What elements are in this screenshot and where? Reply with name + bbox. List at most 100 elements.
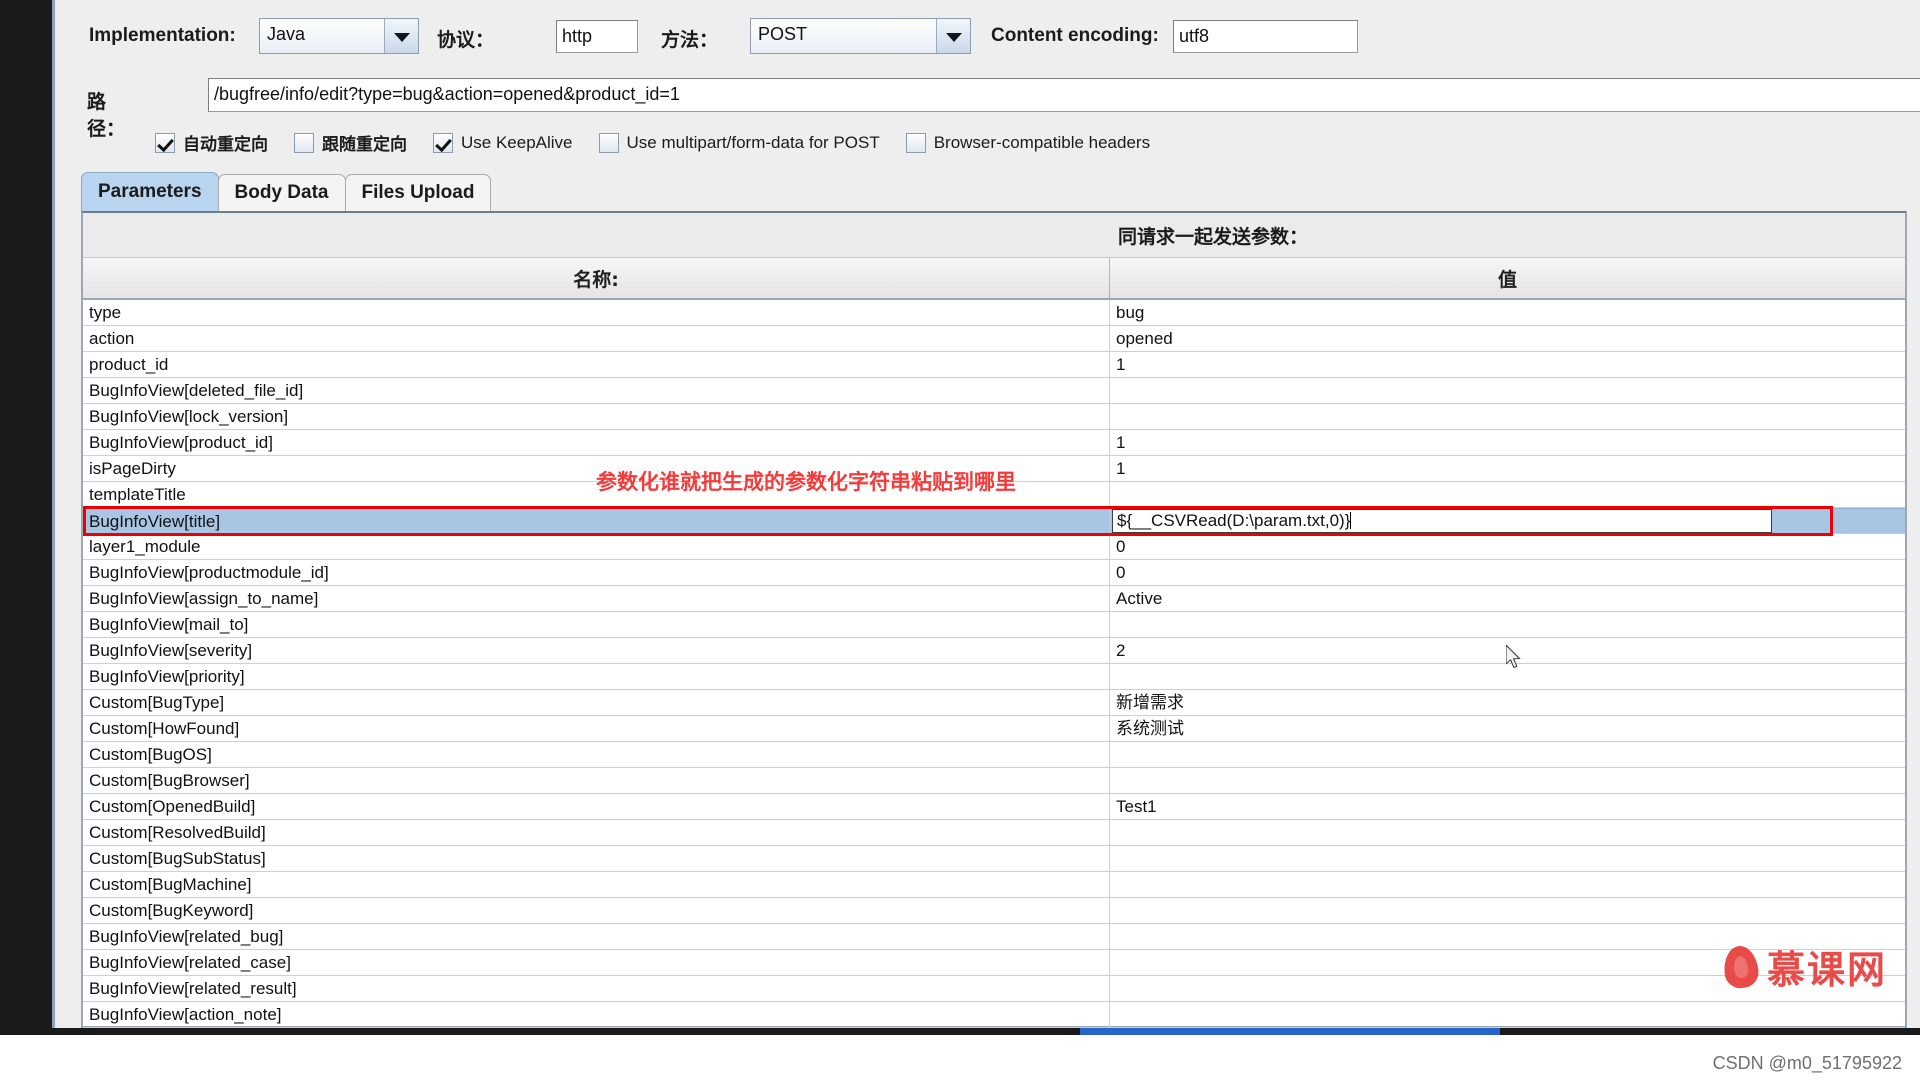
parameter-value-cell[interactable]: 新增需求 — [1110, 690, 1905, 715]
parameter-value-cell[interactable]: bug — [1110, 300, 1905, 325]
method-combobox[interactable]: POST — [750, 18, 971, 54]
table-row[interactable]: BugInfoView[related_result] — [83, 976, 1905, 1002]
parameter-value-cell[interactable]: 2 — [1110, 638, 1905, 663]
table-row[interactable]: Custom[ResolvedBuild] — [83, 820, 1905, 846]
option-checkbox-2[interactable]: Use KeepAlive — [433, 132, 573, 153]
parameter-value-cell[interactable] — [1110, 768, 1905, 793]
column-header-value[interactable]: 值 — [1110, 258, 1905, 298]
parameter-name-cell[interactable]: BugInfoView[related_bug] — [83, 924, 1110, 949]
parameter-name-cell[interactable]: Custom[HowFound] — [83, 716, 1110, 741]
checkbox-unchecked-icon[interactable] — [905, 132, 926, 153]
parameter-name-cell[interactable]: BugInfoView[mail_to] — [83, 612, 1110, 637]
parameter-value-cell[interactable]: Active — [1110, 586, 1905, 611]
table-row[interactable]: BugInfoView[assign_to_name] Active — [83, 586, 1905, 612]
chevron-down-icon[interactable] — [936, 19, 970, 53]
column-header-name[interactable]: 名称: — [83, 258, 1110, 298]
parameter-value-cell[interactable] — [1110, 482, 1905, 507]
table-row[interactable]: layer1_module 0 — [83, 534, 1905, 560]
tab-body-data[interactable]: Body Data — [217, 174, 346, 212]
table-row[interactable]: product_id 1 — [83, 352, 1905, 378]
parameter-name-cell[interactable]: Custom[BugType] — [83, 690, 1110, 715]
table-row[interactable]: BugInfoView[action_note] — [83, 1002, 1905, 1028]
content-encoding-input[interactable]: utf8 — [1173, 20, 1358, 53]
parameter-name-cell[interactable]: BugInfoView[related_case] — [83, 950, 1110, 975]
parameter-name-cell[interactable]: layer1_module — [83, 534, 1110, 559]
parameter-value-cell[interactable]: opened — [1110, 326, 1905, 351]
parameter-name-cell[interactable]: Custom[ResolvedBuild] — [83, 820, 1110, 845]
parameter-value-cell[interactable] — [1110, 742, 1905, 767]
parameters-tabs: Parameters Body Data Files Upload — [81, 172, 492, 212]
parameter-value-editor[interactable]: ${__CSVRead(D:\param.txt,0)} — [1112, 509, 1772, 533]
parameter-name-cell[interactable]: BugInfoView[action_note] — [83, 1002, 1110, 1027]
parameter-name-cell[interactable]: BugInfoView[severity] — [83, 638, 1110, 663]
parameter-name-cell[interactable]: action — [83, 326, 1110, 351]
table-row[interactable]: Custom[BugSubStatus] — [83, 846, 1905, 872]
table-row[interactable]: BugInfoView[deleted_file_id] — [83, 378, 1905, 404]
parameter-value-cell[interactable] — [1110, 404, 1905, 429]
option-checkbox-4[interactable]: Browser-compatible headers — [905, 132, 1150, 153]
chevron-down-icon[interactable] — [384, 19, 418, 53]
checkbox-unchecked-icon[interactable] — [598, 132, 619, 153]
parameter-name-cell[interactable]: Custom[OpenedBuild] — [83, 794, 1110, 819]
implementation-combobox[interactable]: Java — [259, 18, 419, 54]
table-row[interactable]: Custom[BugType] 新增需求 — [83, 690, 1905, 716]
path-input[interactable]: /bugfree/info/edit?type=bug&action=opene… — [208, 78, 1920, 112]
parameter-value-cell[interactable] — [1110, 378, 1905, 403]
parameter-name-cell[interactable]: BugInfoView[deleted_file_id] — [83, 378, 1110, 403]
table-row[interactable]: Custom[BugKeyword] — [83, 898, 1905, 924]
table-row[interactable]: BugInfoView[product_id] 1 — [83, 430, 1905, 456]
table-row[interactable]: BugInfoView[mail_to] — [83, 612, 1905, 638]
parameter-name-cell[interactable]: Custom[BugSubStatus] — [83, 846, 1110, 871]
parameter-name-cell[interactable]: Custom[BugKeyword] — [83, 898, 1110, 923]
checkbox-checked-icon[interactable] — [155, 132, 175, 153]
parameter-name-cell[interactable]: BugInfoView[productmodule_id] — [83, 560, 1110, 585]
parameter-value-cell[interactable]: 0 — [1110, 560, 1905, 585]
table-row[interactable]: Custom[BugMachine] — [83, 872, 1905, 898]
table-row[interactable]: BugInfoView[related_bug] — [83, 924, 1905, 950]
parameter-name-cell[interactable]: BugInfoView[product_id] — [83, 430, 1110, 455]
checkbox-unchecked-icon[interactable] — [294, 132, 314, 153]
parameter-value-cell[interactable]: 1 — [1110, 352, 1905, 377]
parameter-name-cell[interactable]: BugInfoView[related_result] — [83, 976, 1110, 1001]
tab-files-upload[interactable]: Files Upload — [344, 174, 492, 212]
parameter-name-cell[interactable]: BugInfoView[lock_version] — [83, 404, 1110, 429]
parameter-name-cell[interactable]: BugInfoView[title] — [83, 509, 1110, 533]
parameter-name-cell[interactable]: product_id — [83, 352, 1110, 377]
table-row[interactable]: type bug — [83, 300, 1905, 326]
table-row[interactable]: BugInfoView[priority] — [83, 664, 1905, 690]
table-row[interactable]: BugInfoView[lock_version] — [83, 404, 1905, 430]
editor-text: ${__CSVRead(D:\param.txt,0)} — [1117, 511, 1351, 530]
parameter-value-cell[interactable]: 0 — [1110, 534, 1905, 559]
parameter-name-cell[interactable]: Custom[BugOS] — [83, 742, 1110, 767]
parameter-value-cell[interactable]: 1 — [1110, 430, 1905, 455]
parameter-name-cell[interactable]: type — [83, 300, 1110, 325]
parameter-value-cell[interactable]: Test1 — [1110, 794, 1905, 819]
table-row[interactable]: Custom[BugOS] — [83, 742, 1905, 768]
option-checkbox-3[interactable]: Use multipart/form-data for POST — [598, 132, 880, 153]
parameter-name-cell[interactable]: BugInfoView[priority] — [83, 664, 1110, 689]
option-checkbox-1[interactable]: 跟随重定向 — [294, 130, 407, 155]
protocol-input[interactable]: http — [556, 20, 638, 53]
parameter-value-cell[interactable] — [1110, 820, 1905, 845]
parameter-value-cell[interactable] — [1110, 612, 1905, 637]
table-row[interactable]: action opened — [83, 326, 1905, 352]
parameter-value-cell[interactable] — [1110, 664, 1905, 689]
table-row[interactable]: BugInfoView[productmodule_id] 0 — [83, 560, 1905, 586]
table-row[interactable]: Custom[HowFound] 系统测试 — [83, 716, 1905, 742]
parameter-value-cell[interactable] — [1110, 846, 1905, 871]
table-row[interactable]: BugInfoView[related_case] — [83, 950, 1905, 976]
parameter-value-cell[interactable] — [1110, 1002, 1905, 1027]
parameter-value-cell[interactable] — [1110, 872, 1905, 897]
table-row[interactable]: Custom[BugBrowser] — [83, 768, 1905, 794]
parameter-value-cell[interactable]: 系统测试 — [1110, 716, 1905, 741]
option-checkbox-0[interactable]: 自动重定向 — [155, 130, 268, 155]
table-row[interactable]: Custom[OpenedBuild] Test1 — [83, 794, 1905, 820]
checkbox-checked-icon[interactable] — [433, 132, 453, 153]
tab-parameters[interactable]: Parameters — [81, 172, 219, 212]
parameter-name-cell[interactable]: BugInfoView[assign_to_name] — [83, 586, 1110, 611]
table-row[interactable]: BugInfoView[severity] 2 — [83, 638, 1905, 664]
parameter-value-cell[interactable] — [1110, 898, 1905, 923]
parameter-name-cell[interactable]: Custom[BugMachine] — [83, 872, 1110, 897]
parameter-value-cell[interactable]: 1 — [1110, 456, 1905, 481]
parameter-name-cell[interactable]: Custom[BugBrowser] — [83, 768, 1110, 793]
